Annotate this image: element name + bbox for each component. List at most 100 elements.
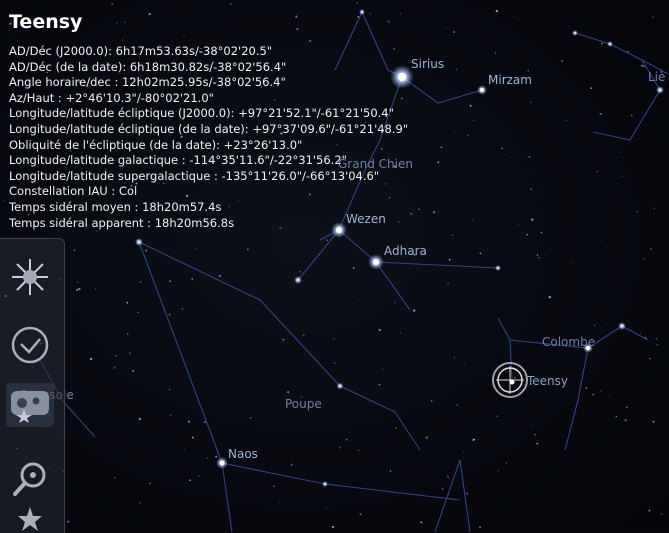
faint-star — [472, 438, 475, 441]
faint-star — [440, 146, 443, 149]
info-az-alt: Az/Haut : +2°46'10.3"/-80°02'21.0" — [9, 90, 214, 105]
faint-star — [378, 329, 381, 332]
faint-star — [560, 59, 564, 63]
star-minor-2 — [135, 238, 143, 246]
faint-star — [444, 27, 446, 29]
faint-star — [279, 501, 281, 503]
faint-star — [282, 338, 285, 341]
faint-star — [624, 419, 627, 422]
faint-star — [527, 69, 530, 72]
faint-star — [649, 247, 652, 250]
faint-star — [399, 332, 402, 334]
faint-star — [526, 233, 528, 236]
faint-star — [643, 258, 645, 260]
faint-star — [453, 31, 456, 33]
star-icon — [18, 507, 42, 531]
left-toolbar — [0, 238, 65, 533]
faint-star — [534, 433, 536, 436]
faint-star — [620, 151, 622, 153]
faint-star — [451, 234, 454, 236]
label-naos[interactable]: Naos — [228, 447, 258, 461]
label-adhara[interactable]: Adhara — [384, 244, 427, 258]
info-supergalactic: Longitude/latitude supergalactique : -13… — [9, 168, 380, 183]
faint-star — [323, 487, 325, 488]
label-teensy[interactable]: Teensy — [527, 374, 568, 388]
faint-star — [413, 309, 416, 312]
faint-star — [191, 436, 194, 439]
faint-star — [652, 16, 654, 18]
faint-star — [511, 119, 513, 121]
faint-star — [639, 333, 641, 334]
faint-star — [410, 212, 413, 215]
faint-star — [189, 479, 192, 482]
faint-star — [95, 288, 97, 290]
faint-star — [528, 156, 531, 158]
faint-star — [652, 420, 655, 423]
favorites-button[interactable] — [6, 505, 54, 533]
faint-star — [389, 470, 392, 472]
faint-star — [149, 482, 152, 485]
faint-star — [455, 68, 458, 71]
target-marker[interactable] — [492, 362, 528, 398]
faint-star — [494, 52, 497, 54]
faint-star — [326, 507, 327, 509]
star-adhara-core — [373, 259, 379, 265]
star-minor-5 — [656, 86, 664, 94]
faint-star — [326, 239, 329, 241]
label-colombe: Colombe — [542, 335, 596, 349]
starburst-button[interactable] — [6, 255, 54, 299]
search-button[interactable] — [6, 457, 54, 501]
sky-view-icon — [11, 391, 49, 423]
faint-star — [601, 42, 603, 45]
clock-icon — [11, 326, 49, 364]
star-minor-6 — [495, 265, 501, 271]
faint-star — [536, 442, 539, 445]
time-button[interactable] — [6, 323, 54, 367]
faint-star — [299, 270, 302, 273]
faint-star — [290, 463, 293, 466]
faint-star — [98, 431, 100, 433]
faint-star — [518, 224, 520, 226]
star-minor-8 — [607, 41, 613, 47]
info-apparent-sidereal: Temps sidéral apparent : 18h20m56.8s — [9, 215, 235, 230]
faint-star — [382, 368, 384, 370]
sky-view-button[interactable] — [6, 383, 54, 427]
faint-star — [187, 420, 191, 423]
faint-star — [302, 334, 305, 337]
faint-star — [345, 438, 348, 441]
faint-star — [338, 446, 341, 449]
faint-star — [592, 393, 594, 396]
faint-star — [138, 417, 141, 421]
faint-star — [73, 249, 76, 252]
faint-star — [409, 371, 411, 373]
label-poupe: Poupe — [285, 397, 322, 411]
faint-star — [215, 455, 218, 458]
faint-star — [181, 307, 184, 310]
faint-star — [351, 471, 353, 473]
label-sirius[interactable]: Sirius — [411, 57, 444, 71]
faint-star — [395, 427, 398, 429]
faint-star — [114, 477, 116, 479]
faint-star — [441, 488, 444, 490]
faint-star — [514, 15, 516, 17]
info-ra-dec-j2000: AD/Déc (J2000.0): 6h17m53.63s/-38°02'20.… — [9, 44, 273, 58]
faint-star — [126, 333, 129, 335]
faint-star — [418, 208, 420, 210]
faint-star — [615, 415, 617, 418]
label-lievre: Liè — [648, 70, 666, 84]
faint-star — [540, 231, 543, 234]
faint-star — [455, 131, 456, 133]
faint-star — [169, 280, 171, 282]
object-name: Teensy — [9, 11, 83, 33]
faint-star — [466, 492, 469, 495]
search-icon — [13, 462, 46, 496]
star-mirzam-core — [480, 88, 484, 92]
faint-star — [169, 414, 172, 417]
faint-star — [608, 396, 610, 397]
faint-star — [532, 424, 534, 426]
label-mirzam[interactable]: Mirzam — [488, 73, 532, 87]
faint-star — [359, 513, 362, 516]
info-hour-angle: Angle horaire/dec : 12h02m25.95s/-38°02'… — [9, 75, 286, 90]
faint-star — [469, 104, 472, 107]
faint-star — [472, 220, 474, 222]
